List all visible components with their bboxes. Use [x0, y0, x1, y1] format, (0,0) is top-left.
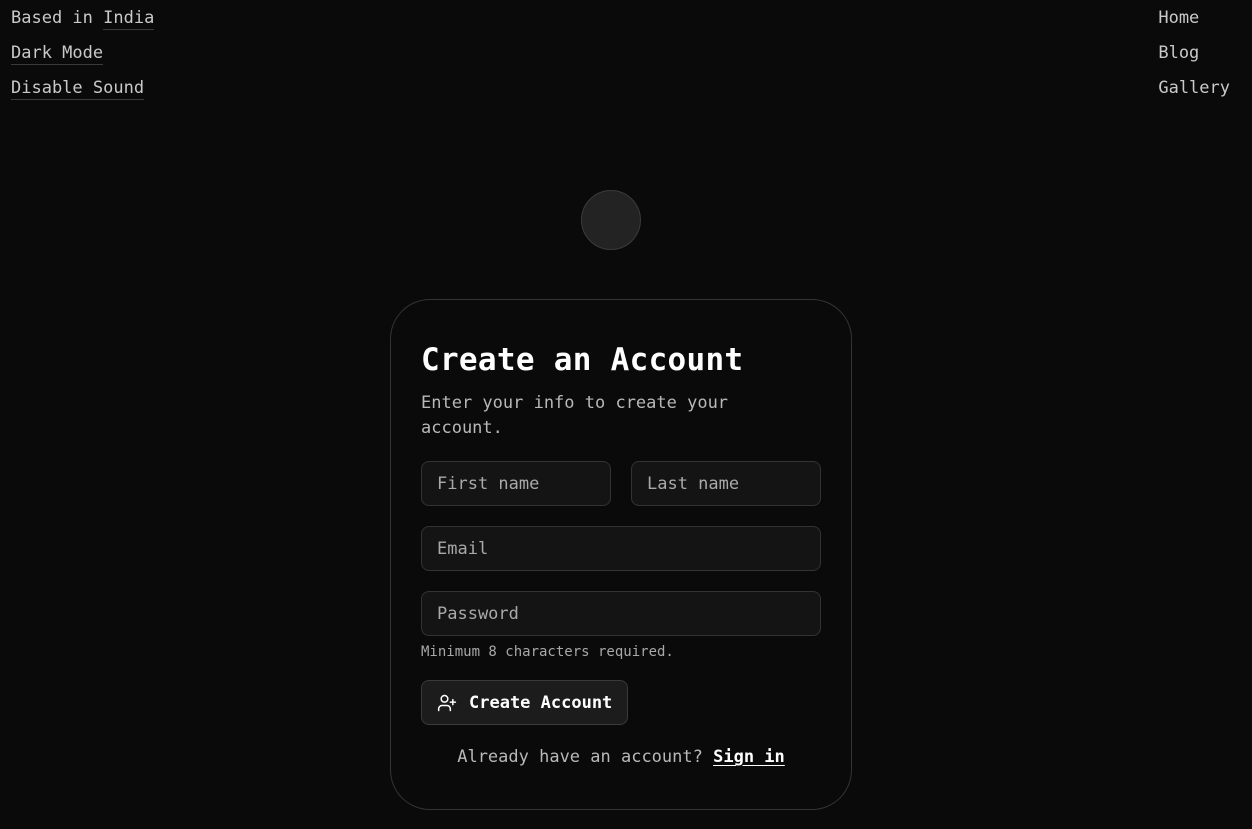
name-row [421, 461, 821, 506]
page-title: Create an Account [421, 342, 744, 378]
signin-row: Already have an account? Sign in [421, 747, 821, 767]
location-link[interactable]: India [103, 8, 155, 30]
last-name-input[interactable] [631, 461, 821, 506]
email-input[interactable] [421, 526, 821, 571]
create-account-label: Create Account [469, 692, 613, 713]
main-nav: Home Blog Gallery [1158, 6, 1230, 111]
signup-card: Create an Account Enter your info to cre… [390, 299, 852, 810]
first-name-input[interactable] [421, 461, 611, 506]
password-input[interactable] [421, 591, 821, 636]
nav-gallery-link[interactable]: Gallery [1158, 76, 1230, 111]
form-subtitle: Enter your info to create your account. [421, 393, 729, 438]
dark-mode-toggle[interactable]: Dark Mode [11, 43, 104, 65]
password-hint: Minimum 8 characters required. [421, 644, 674, 660]
avatar[interactable] [581, 190, 641, 250]
signin-prompt: Already have an account? [457, 747, 703, 767]
nav-blog-link[interactable]: Blog [1158, 41, 1199, 76]
signin-link[interactable]: Sign in [713, 747, 785, 767]
nav-home-link[interactable]: Home [1158, 6, 1199, 41]
create-account-button[interactable]: Create Account [421, 680, 629, 725]
user-plus-icon [437, 693, 457, 713]
top-left-links: Based in India Dark Mode Disable Sound [11, 6, 155, 111]
based-in-label: Based in [11, 8, 104, 28]
disable-sound-toggle[interactable]: Disable Sound [11, 78, 145, 100]
location-line: Based in India [11, 6, 155, 41]
